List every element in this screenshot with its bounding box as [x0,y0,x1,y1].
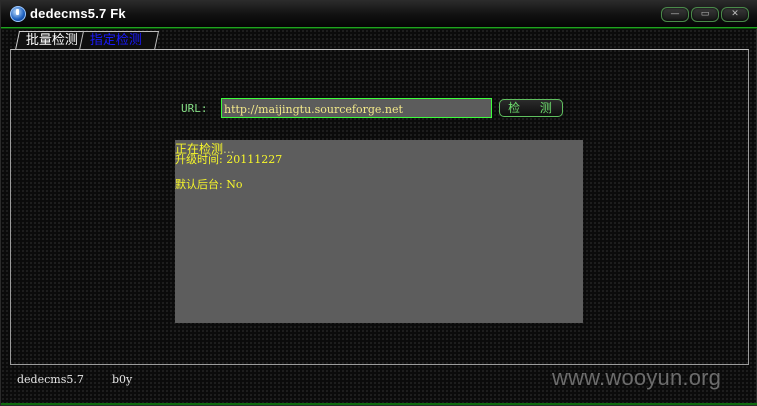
maximize-icon: ▭ [700,9,710,19]
window-title: dedecms5.7 Fk [30,6,126,21]
url-label: URL: [181,102,208,115]
default-admin-line: 默认后台: No [175,178,243,191]
tab-single-check-label: 指定检测 [89,33,142,48]
url-input[interactable] [221,98,492,118]
app-window: dedecms5.7 Fk — ▭ ✕ 批量检测 指定检测 URL: 检 测 正… [0,0,757,406]
close-icon: ✕ [731,9,739,19]
power-icon [10,6,26,22]
tab-batch-check-label: 批量检测 [25,33,78,48]
tab-single-check[interactable]: 指定检测 [79,31,160,50]
status-version: dedecms5.7 [17,373,84,386]
result-output[interactable]: 正在检测... 升级时间: 20111227 默认后台: No [175,140,583,323]
close-button[interactable]: ✕ [721,7,749,22]
bottom-border [1,403,757,405]
watermark: www.wooyun.org [552,365,722,390]
upgrade-time-line: 升级时间: 20111227 [175,153,283,166]
check-button[interactable]: 检 测 [499,99,563,117]
maximize-button[interactable]: ▭ [691,7,719,22]
title-bar[interactable]: dedecms5.7 Fk — ▭ ✕ [1,1,757,28]
status-author: b0y [112,373,133,386]
minimize-button[interactable]: — [661,7,689,22]
minimize-icon: — [670,9,680,19]
